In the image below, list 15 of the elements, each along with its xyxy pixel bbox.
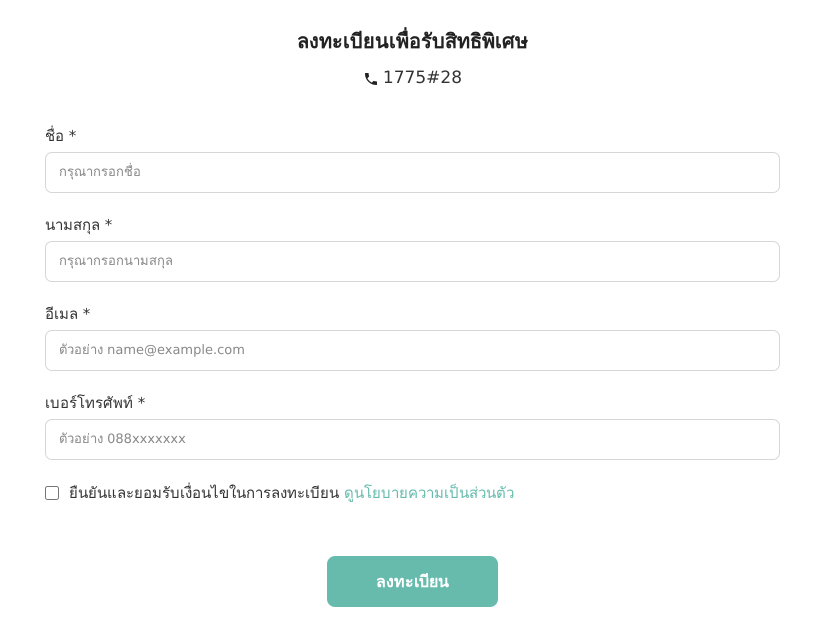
privacy-policy-link[interactable]: ดูนโยบายความเป็นส่วนตัว — [344, 484, 514, 502]
field-label: ชื่อ * — [45, 126, 78, 146]
phone-icon — [362, 70, 379, 87]
register-button[interactable]: ลงทะเบียน — [327, 556, 498, 607]
consent-text: ยืนยันและยอมรับเงื่อนไขในการลงทะเบียน ดูนโยบายความเป็นส่วนตัว — [69, 482, 514, 504]
input-field[interactable]: ตัวอย่าง name@example.com — [45, 330, 780, 370]
field-label: อีเมล * — [45, 304, 92, 324]
page-title: ลงทะเบียนเพื่อรับสิทธิพิเศษ — [297, 26, 528, 55]
input-field[interactable]: กรุณากรอกนามสกุล — [45, 240, 780, 282]
phone-number: 1775#28 — [382, 67, 462, 90]
field-label: นามสกุล * — [45, 214, 114, 234]
input-field[interactable]: ตัวอย่าง 088xxxxxxx — [45, 418, 780, 460]
input-field[interactable]: กรุณากรอกชื่อ — [45, 152, 780, 192]
consent-checkbox[interactable] — [45, 486, 59, 500]
field-label: เบอร์โทรศัพท์ * — [45, 392, 146, 412]
